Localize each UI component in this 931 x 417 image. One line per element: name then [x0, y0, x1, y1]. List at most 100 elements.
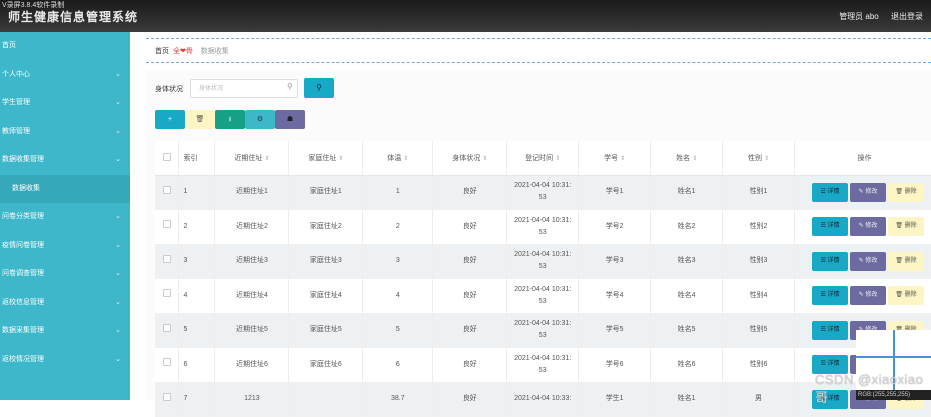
column-header[interactable]: 操作	[794, 141, 931, 176]
table-cell-temp: 4	[362, 278, 434, 314]
detail-label: 详情	[827, 257, 840, 264]
sort-icon[interactable]: ⇕	[264, 156, 269, 162]
table-cell-home: 家庭住址5	[288, 313, 364, 348]
delete-button[interactable]: 🗑 删除	[887, 217, 924, 237]
table-row[interactable]: 3 近期住址3 家庭住址3 3 良好 2021-04-04 10:31: 53 学号3 姓名3 性…	[155, 244, 931, 279]
sort-icon[interactable]: ⇕	[482, 156, 487, 162]
table-cell-recent: 1213	[214, 382, 290, 417]
table-cell-idx: 6	[178, 347, 216, 383]
current-user[interactable]: 管理员 abo	[839, 12, 879, 21]
delete-button[interactable]: 🗑 删除	[887, 286, 924, 306]
column-header[interactable]: 家庭住址 ⇕	[288, 141, 364, 176]
row-checkbox[interactable]	[162, 289, 171, 298]
column-header[interactable]: 学号 ⇕	[578, 141, 652, 176]
detail-button[interactable]: ☰ 详情	[811, 320, 848, 340]
column-header[interactable]: 登记时间 ⇕	[506, 141, 580, 176]
column-header[interactable]: 性别 ⇕	[722, 141, 795, 176]
edit-button[interactable]: ✎ 修改	[849, 251, 886, 271]
table-row[interactable]: 1 近期住址1 家庭住址1 1 良好 2021-04-04 10:31: 53 学号1 姓名1 性…	[155, 175, 931, 210]
select-all-checkbox[interactable]	[162, 152, 171, 161]
sidebar-item[interactable]: 返校信息管理 ⌄	[0, 289, 130, 318]
detail-icon: ☰	[820, 361, 828, 368]
import-button[interactable]: ⭳	[215, 110, 245, 129]
column-header-label: 索引	[183, 154, 198, 162]
sidebar-item[interactable]: 个人中心 ⌄	[0, 61, 130, 90]
column-header[interactable]: 索引	[178, 141, 216, 176]
row-checkbox[interactable]	[162, 220, 171, 229]
main-content: 首页 全❤骨 数据收集 身体状况 ⚲ ⚲ + 🗑 ⭳ ⚙ ☗ 索引近期住址⇕家庭…	[130, 32, 931, 417]
table-cell-sid: 学号2	[578, 209, 652, 245]
column-header[interactable]: 身体状况 ⇕	[432, 141, 508, 176]
table-row[interactable]: 2 近期住址2 家庭住址2 2 良好 2021-04-04 10:31: 53 学号2 姓名2 性…	[155, 209, 931, 245]
sidebar-item[interactable]: 问卷分类管理 ⌄	[0, 203, 130, 232]
sidebar-item[interactable]: 教师管理 ⌄	[0, 118, 130, 147]
table-header: 索引 近期住址 ⇕ 家庭住址 ⇕ 体温 ⇕ 身体状况 ⇕ 登记时间 ⇕ 学号 ⇕ 姓名 ⇕ 性别 ⇕ 操作	[155, 141, 931, 176]
delete-button[interactable]: 🗑 删除	[887, 251, 924, 271]
edit-button[interactable]: ✎ 修改	[849, 182, 886, 202]
sort-icon[interactable]: ⇕	[403, 156, 408, 162]
sidebar-item[interactable]: 数据采集管理 ⌄	[0, 317, 130, 346]
delete-button[interactable]: 🗑 删除	[887, 182, 924, 202]
table-cell-gender: 性别6	[722, 347, 795, 383]
search-label: 身体状况	[155, 86, 183, 93]
sidebar-item[interactable]: 疫情问卷管理 ⌄	[0, 232, 130, 261]
sidebar-item[interactable]: 首页	[0, 32, 130, 61]
sidebar-item[interactable]: 数据收集	[0, 174, 130, 203]
edit-button[interactable]: ✎ 修改	[849, 217, 886, 237]
search-input[interactable]	[190, 79, 298, 98]
table-cell-home: 家庭住址1	[288, 175, 364, 210]
table-cell-health: 良好	[432, 175, 508, 210]
sort-icon[interactable]: ⇕	[620, 156, 625, 162]
table-cell-idx: 3	[178, 244, 216, 279]
table-row[interactable]: 4 近期住址4 家庭住址4 4 良好 2021-04-04 10:31: 53 学号4 姓名4 性…	[155, 278, 931, 314]
table-cell-time: 2021-04-04 10:31: 53	[506, 313, 580, 348]
detail-button[interactable]: ☰ 详情	[811, 251, 848, 271]
sidebar-item-label: 问卷分类管理	[2, 213, 44, 220]
chart-button[interactable]: ☗	[275, 110, 305, 129]
detail-button[interactable]: ☰ 详情	[811, 182, 848, 202]
table-cell-home: 家庭住址3	[288, 244, 364, 279]
batch-delete-button[interactable]: 🗑	[185, 110, 215, 129]
row-checkbox[interactable]	[162, 254, 171, 263]
row-checkbox[interactable]	[162, 323, 171, 332]
sidebar-item[interactable]: 问卷调查管理 ⌄	[0, 260, 130, 289]
sort-icon[interactable]: ⇕	[764, 156, 769, 162]
chevron-down-icon: ⌄	[115, 298, 121, 306]
edit-button[interactable]: ✎ 修改	[849, 286, 886, 306]
add-button[interactable]: +	[155, 110, 185, 129]
sidebar-item[interactable]: 学生管理 ⌄	[0, 89, 130, 118]
table-cell-health: 良好	[432, 313, 508, 348]
time-line-1: 2021-04-04 10:31:	[514, 285, 572, 293]
column-header[interactable]: 近期住址 ⇕	[214, 141, 290, 176]
sidebar-item[interactable]: 数据收集管理 ⌄	[0, 146, 130, 175]
table-cell-name: 姓名1	[650, 175, 724, 210]
row-checkbox[interactable]	[162, 358, 171, 367]
edit-label: 修改	[865, 257, 878, 264]
sort-icon[interactable]: ⇕	[692, 156, 697, 162]
settings-button[interactable]: ⚙	[245, 110, 275, 129]
row-actions: ☰ 详情✎ 修改🗑 删除	[794, 209, 931, 245]
table-row[interactable]: 5 近期住址5 家庭住址5 5 良好 2021-04-04 10:31: 53 学号5 姓名5 性…	[155, 313, 931, 348]
detail-label: 详情	[827, 361, 840, 368]
crosshair-horizontal	[856, 356, 931, 358]
table-cell-recent: 近期住址4	[214, 278, 290, 314]
table-cell-temp: 3	[362, 244, 434, 279]
table-cell-name: 姓名5	[650, 313, 724, 348]
time-line-2: 53	[538, 297, 547, 305]
column-header[interactable]: 体温 ⇕	[362, 141, 434, 176]
search-button[interactable]: ⚲	[304, 78, 334, 98]
sort-icon[interactable]: ⇕	[338, 156, 343, 162]
sort-icon[interactable]: ⇕	[555, 156, 560, 162]
table-cell-recent: 近期住址3	[214, 244, 290, 279]
detail-button[interactable]: ☰ 详情	[811, 217, 848, 237]
breadcrumb-home[interactable]: 首页	[155, 48, 169, 55]
row-checkbox[interactable]	[162, 185, 171, 194]
sidebar-item[interactable]: 返校情况管理 ⌄	[0, 346, 130, 375]
detail-button[interactable]: ☰ 详情	[811, 286, 848, 306]
table-cell-time: 2021-04-04 10:31: 53	[506, 347, 580, 383]
logout-link[interactable]: 退出登录	[891, 12, 923, 21]
chevron-down-icon: ⌄	[115, 70, 121, 78]
column-header-label: 登记时间	[525, 154, 554, 162]
column-header[interactable]: 姓名 ⇕	[650, 141, 724, 176]
table-cell-sid: 学号3	[578, 244, 652, 279]
